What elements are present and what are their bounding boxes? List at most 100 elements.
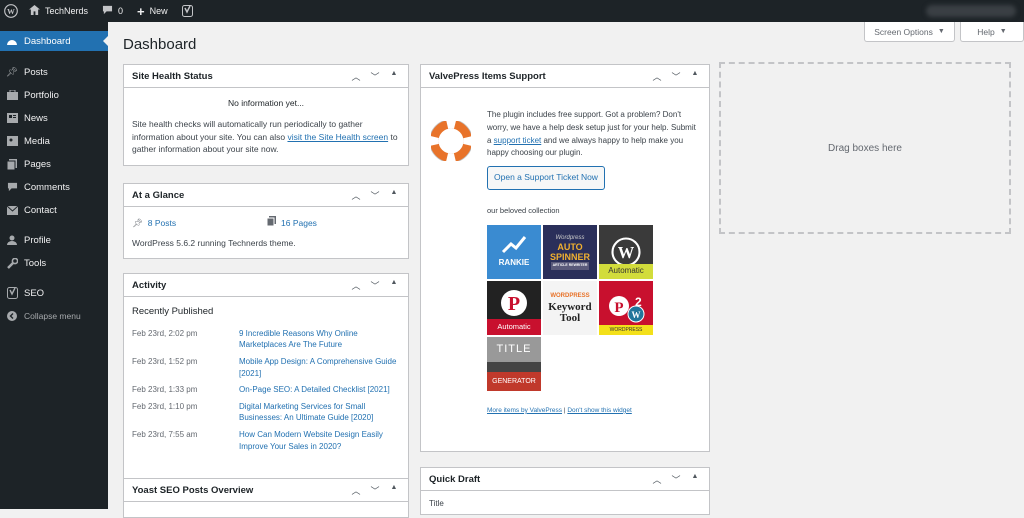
move-down-icon[interactable]: ﹀ [369,189,381,202]
sidebar-item-dashboard[interactable]: Dashboard [0,31,108,51]
activity-post-link[interactable]: Digital Marketing Services for Small Bus… [239,401,400,424]
sidebar-item-seo[interactable]: SEO [0,283,108,303]
valvepress-footer-links: More items by ValvePress | Don't show th… [487,406,699,416]
drag-drop-zone[interactable]: Drag boxes here [719,62,1011,234]
activity-date: Feb 23rd, 1:52 pm [132,356,198,366]
sidebar-item-label: Portfolio [24,89,59,101]
yoast-admin-bar-icon[interactable] [175,0,200,22]
move-down-icon[interactable]: ﹀ [369,484,381,497]
collection-label: our beloved collection [487,205,560,215]
valvepress-support-widget: ValvePress Items Support ︿ ﹀ ▲ The plugi… [420,64,710,452]
comment-bubble-icon [0,182,24,192]
widget-controls: ︿ ﹀ ▲ [651,70,701,83]
widget-controls: ︿ ﹀ ▲ [350,70,400,83]
wordpress-icon[interactable]: W [0,0,22,22]
comments-count: 0 [118,6,124,16]
sidebar-item-tools[interactable]: Tools [0,253,108,273]
svg-text:P: P [614,300,623,316]
move-down-icon[interactable]: ﹀ [369,70,381,83]
move-down-icon[interactable]: ﹀ [369,279,381,292]
toggle-panel-icon[interactable]: ▲ [388,70,400,83]
move-up-icon[interactable]: ︿ [350,279,362,292]
pages-count-link[interactable]: 16 Pages [281,217,317,229]
sidebar-item-portfolio[interactable]: Portfolio [0,85,108,105]
drop-zone-label: Drag boxes here [828,142,902,154]
posts-count-link[interactable]: 8 Posts [148,217,176,229]
widget-title: Site Health Status [132,70,213,82]
sidebar-item-label: Posts [24,66,48,78]
new-content-link[interactable]: + New [130,0,175,22]
keyword-tool-tile[interactable]: WORDPRESS Keyword Tool [543,280,597,335]
activity-widget: Activity ︿ ﹀ ▲ Recently Published Feb 23… [123,273,409,482]
quick-draft-title-label: Title [429,499,444,508]
collapse-menu-button[interactable]: Collapse menu [0,306,108,326]
open-ticket-button[interactable]: Open a Support Ticket Now [487,166,605,190]
main-content: Dashboard Screen Options ▼ Help ▼ Site H… [108,22,1024,518]
move-up-icon[interactable]: ︿ [651,70,663,83]
toggle-panel-icon[interactable]: ▲ [388,279,400,292]
title-generator-tile[interactable]: TITLE GENERATOR [487,336,541,391]
yoast-icon [0,287,24,299]
move-down-icon[interactable]: ﹀ [670,70,682,83]
caret-down-icon: ▼ [937,28,945,35]
help-button[interactable]: Help ▼ [960,22,1024,42]
collapse-icon [0,311,24,321]
support-ticket-link[interactable]: support ticket [494,136,542,145]
widget-controls: ︿ ﹀ ▲ [350,484,400,497]
svg-text:P: P [508,293,520,315]
help-label: Help [977,26,995,37]
screen-options-button[interactable]: Screen Options ▼ [864,22,955,42]
yoast-seo-widget: Yoast SEO Posts Overview ︿ ﹀ ▲ [123,478,409,518]
move-up-icon[interactable]: ︿ [651,473,663,486]
glance-pages[interactable]: 16 Pages [266,216,317,229]
wp-automatic-tile[interactable]: W Automatic [599,224,653,279]
toggle-panel-icon[interactable]: ▲ [689,473,701,486]
sidebar-item-media[interactable]: Media [0,131,108,151]
site-health-description: Site health checks will automatically ru… [132,118,400,155]
glance-posts[interactable]: 📌︎ 8 Posts [132,216,267,229]
more-items-link[interactable]: More items by ValvePress [487,407,562,414]
tile-label: Automatic [599,263,653,279]
site-name-link[interactable]: TechNerds [22,0,95,22]
sidebar-item-label: Collapse menu [24,311,81,321]
move-down-icon[interactable]: ﹀ [670,473,682,486]
sidebar-item-pages[interactable]: Pages [0,154,108,174]
rankie-tile[interactable]: RANKIE [487,224,541,279]
activity-post-link[interactable]: On-Page SEO: A Detailed Checklist [2021] [239,384,390,396]
widget-title: ValvePress Items Support [429,70,546,82]
activity-post-link[interactable]: 9 Incredible Reasons Why Online Marketpl… [239,328,400,351]
sidebar-item-label: Pages [24,158,51,170]
move-up-icon[interactable]: ︿ [350,189,362,202]
sidebar-item-contact[interactable]: Contact [0,200,108,220]
widget-title: Activity [132,279,167,291]
recently-published-heading: Recently Published [132,306,214,317]
pinterest-to-wp-tile[interactable]: P2W WORDPRESS [599,280,653,335]
sidebar-item-posts[interactable]: 📌︎ Posts [0,62,108,82]
tile-label: Keyword Tool [548,300,592,324]
toggle-panel-icon[interactable]: ▲ [388,189,400,202]
auto-spinner-tile[interactable]: Wordpress AUTO SPINNER ARTICLE REWRITER [543,224,597,279]
toggle-panel-icon[interactable]: ▲ [388,484,400,497]
widget-header: Site Health Status ︿ ﹀ ▲ [124,65,408,88]
dashboard-icon [0,36,24,46]
admin-bar: W TechNerds 0 + New [0,0,1024,22]
site-health-link[interactable]: visit the Site Health screen [287,132,388,142]
sidebar-item-comments[interactable]: Comments [0,177,108,197]
dont-show-link[interactable]: Don't show this widget [567,407,631,414]
comments-link[interactable]: 0 [95,0,130,22]
sidebar-item-news[interactable]: News [0,108,108,128]
tile-label: AUTO SPINNER [549,242,590,262]
move-up-icon[interactable]: ︿ [350,484,362,497]
toggle-panel-icon[interactable]: ▲ [689,70,701,83]
tile-label: Automatic [487,318,541,335]
activity-post-link[interactable]: Mobile App Design: A Comprehensive Guide… [239,356,400,379]
media-icon [0,136,24,146]
home-icon [29,5,40,17]
account-blurred[interactable] [926,5,1016,17]
activity-date: Feb 23rd, 2:02 pm [132,328,198,338]
activity-post-link[interactable]: How Can Modern Website Design Easily Imp… [239,429,400,452]
widget-title: Yoast SEO Posts Overview [132,484,254,496]
sidebar-item-profile[interactable]: Profile [0,230,108,250]
move-up-icon[interactable]: ︿ [350,70,362,83]
pinterest-automatic-tile[interactable]: P Automatic [487,280,541,335]
